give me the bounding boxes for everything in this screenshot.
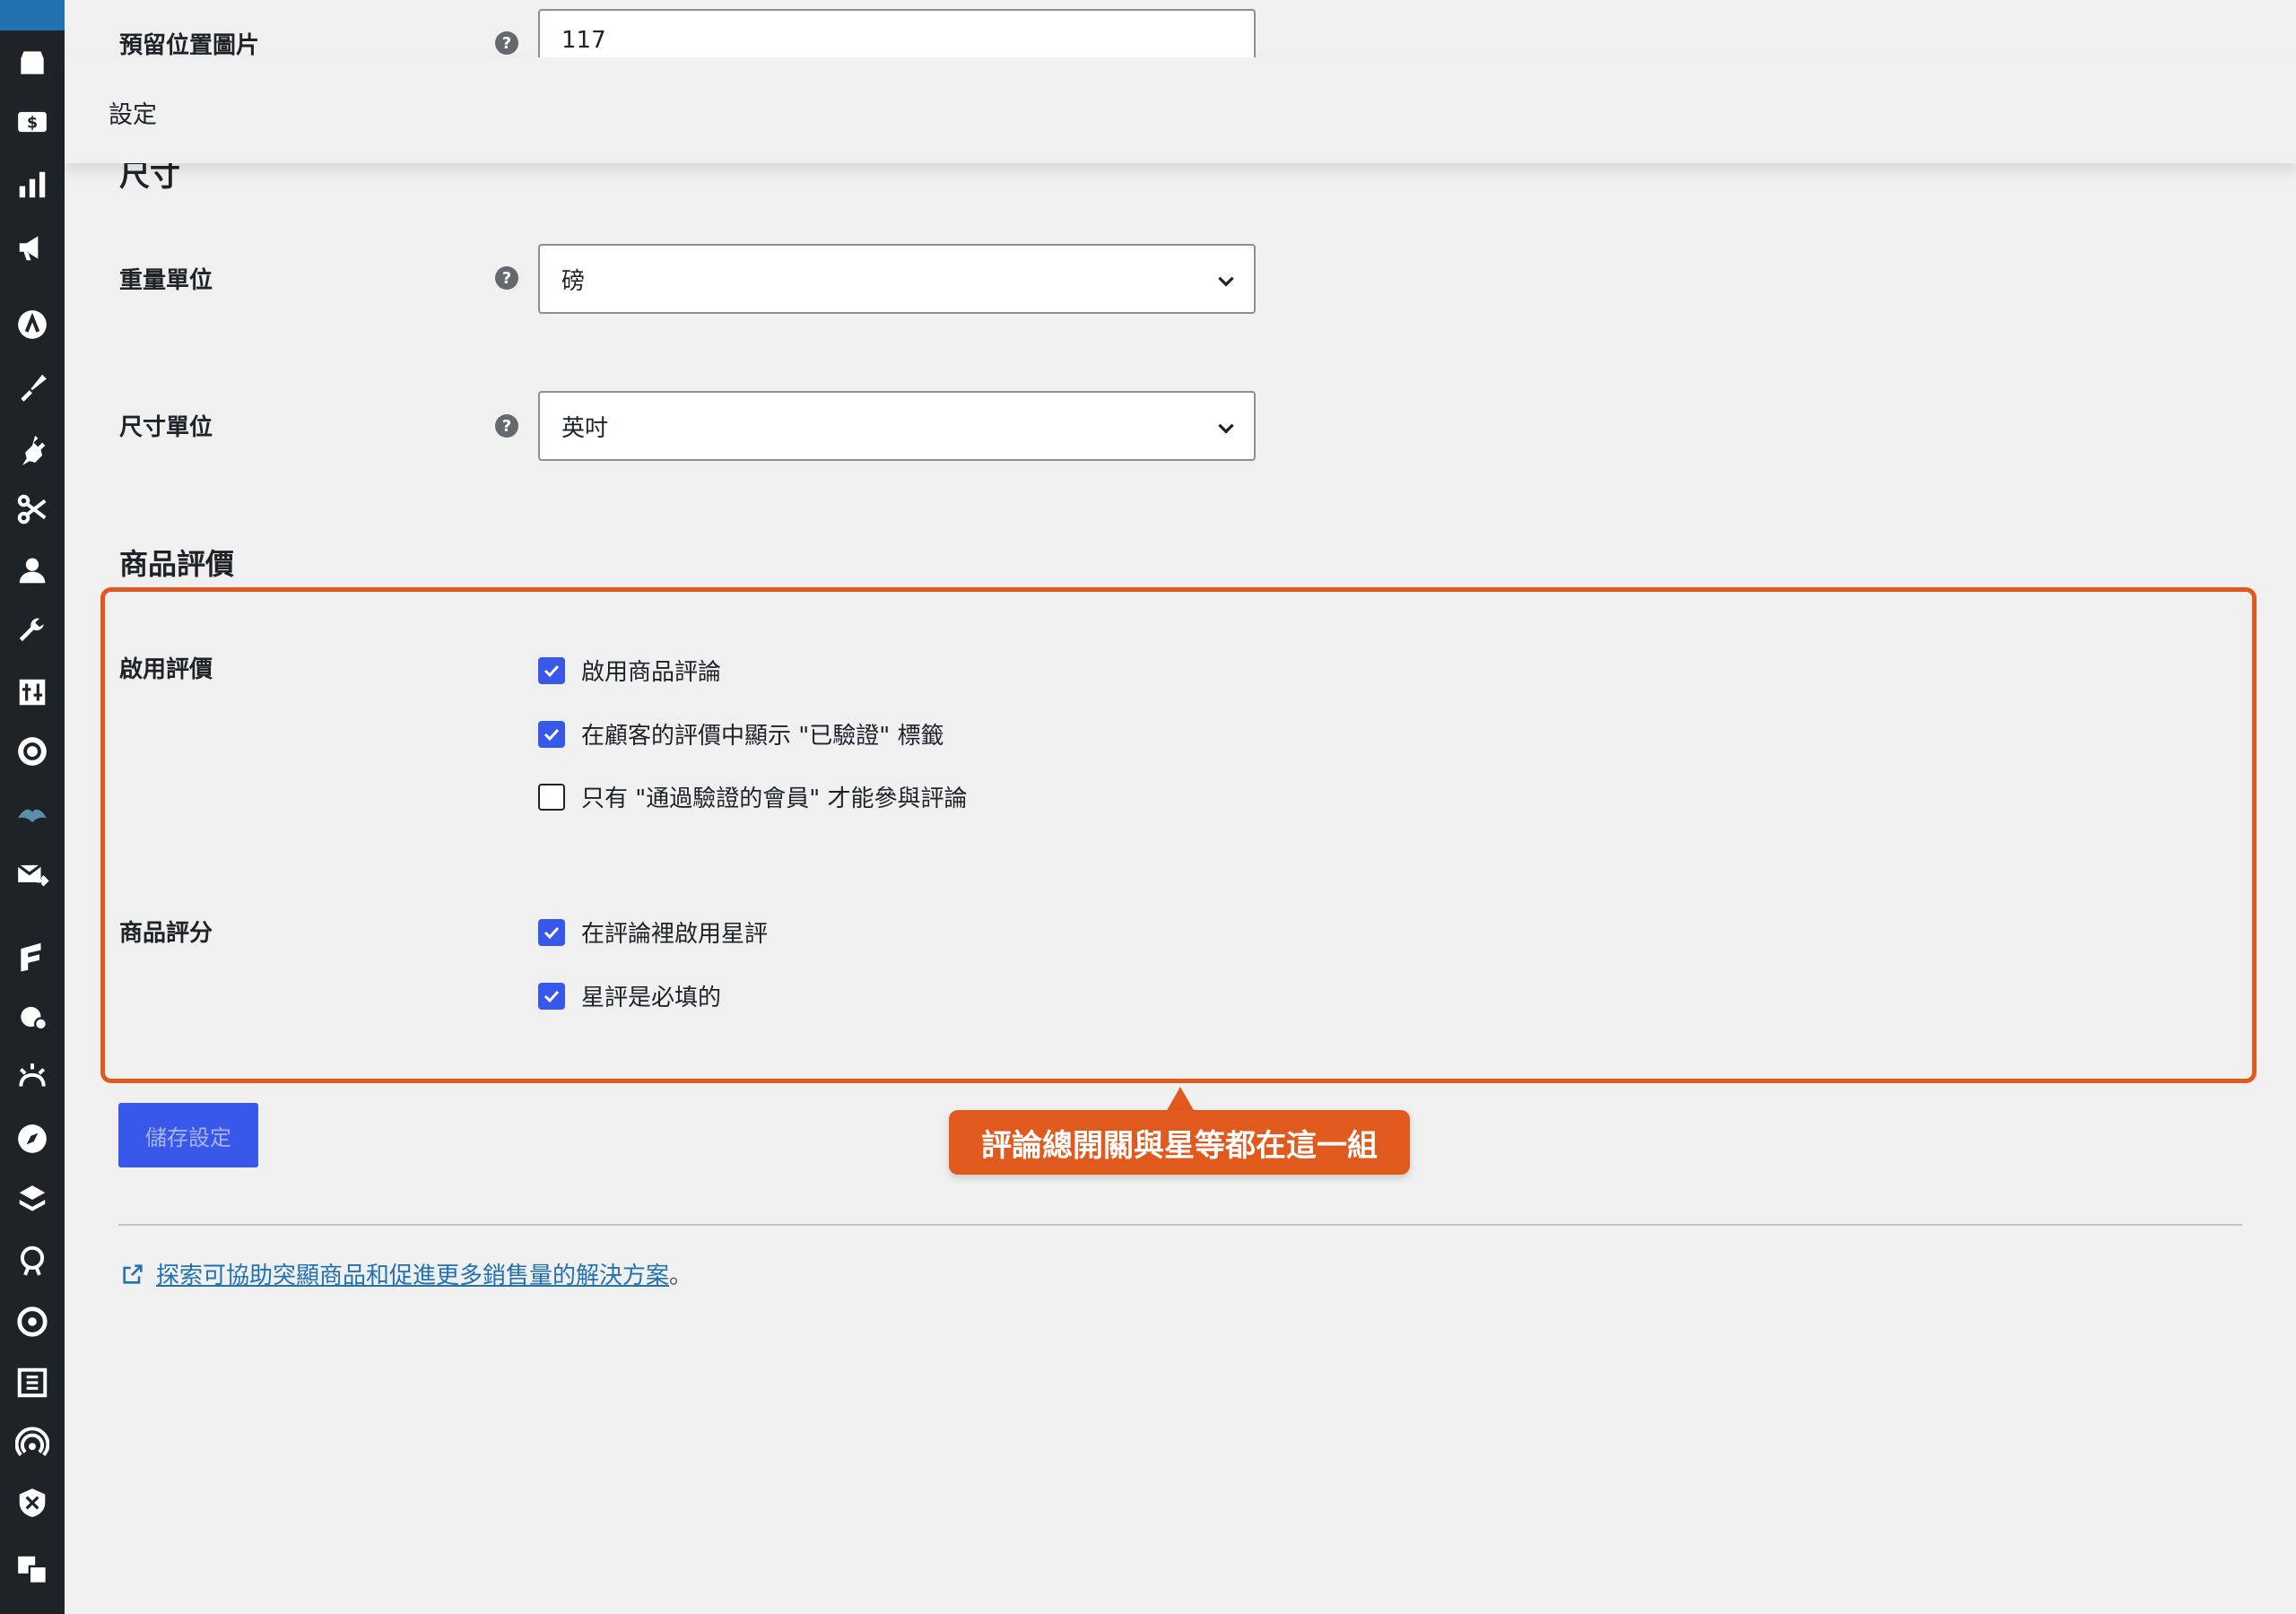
forms-icon[interactable] (13, 936, 52, 976)
show-verified-label-checkbox[interactable] (538, 720, 565, 748)
svg-text:$: $ (27, 114, 38, 132)
settings-main: 預留位置圖片 ? 117 尺寸 設定 重量單位 ? 磅 尺寸單位 ? 英吋 商品… (65, 0, 2296, 1614)
dimension-unit-select[interactable]: 英吋 (538, 391, 1256, 461)
checkbox-label: 在評論裡啟用星評 (581, 921, 769, 948)
analytics-icon[interactable] (13, 165, 52, 204)
brain-icon[interactable] (13, 1241, 52, 1280)
save-settings-button[interactable]: 儲存設定 (118, 1103, 258, 1167)
verified-owners-only-checkbox[interactable] (538, 783, 565, 811)
marketing-icon[interactable] (13, 228, 52, 267)
divider (118, 1224, 2242, 1226)
dimension-unit-label: 尺寸單位 (119, 414, 213, 441)
chevron-down-icon (1218, 423, 1234, 434)
enable-star-rating-checkbox[interactable] (538, 918, 565, 946)
enable-product-reviews-checkbox[interactable] (538, 656, 565, 684)
tools-scissors-icon[interactable] (13, 490, 52, 529)
astra-icon[interactable] (13, 305, 52, 344)
placeholder-image-label: 預留位置圖片 (119, 32, 260, 59)
compass-icon[interactable] (13, 1119, 52, 1158)
product-ratings-label: 商品評分 (119, 920, 213, 947)
elementor-icon[interactable] (13, 1363, 52, 1402)
refresh-icon[interactable] (13, 1302, 52, 1341)
footer-promo: 探索可協助突顯商品和促進更多銷售量的解決方案 。 (120, 1257, 692, 1290)
sun-icon[interactable] (13, 1058, 52, 1098)
sticky-header: 設定 (65, 57, 2296, 163)
help-icon[interactable]: ? (495, 266, 518, 290)
highlight-box (100, 587, 2257, 1083)
help-icon[interactable]: ? (495, 414, 518, 438)
dimension-unit-value: 英吋 (561, 414, 609, 442)
chevron-down-icon (1218, 276, 1234, 287)
checkmark-icon (544, 664, 560, 677)
page-title: 設定 (109, 101, 157, 129)
star-rating-required-checkbox[interactable] (538, 982, 565, 1010)
placeholder-image-input[interactable]: 117 (538, 9, 1256, 63)
weight-unit-value: 磅 (561, 267, 586, 295)
woo-icon[interactable] (0, 0, 65, 30)
signal-icon[interactable] (13, 1424, 52, 1463)
annotation-callout: 評論總開關與星等都在這一組 (949, 1110, 1410, 1175)
show-verified-label-option[interactable]: 在顧客的評價中顯示 "已驗證" 標籤 (538, 717, 944, 751)
mail-forward-icon[interactable] (13, 855, 52, 895)
payments-icon[interactable]: $ (13, 102, 52, 142)
checkbox-label: 在顧客的評價中顯示 "已驗證" 標籤 (581, 723, 944, 750)
bird-icon[interactable] (13, 793, 52, 832)
weight-unit-label: 重量單位 (119, 267, 213, 294)
enable-reviews-label: 啟用評價 (119, 656, 213, 683)
footer-solutions-link[interactable]: 探索可協助突顯商品和促進更多銷售量的解決方案 (156, 1257, 669, 1290)
store-icon[interactable] (13, 43, 52, 82)
shield-icon[interactable] (13, 1483, 52, 1523)
enable-product-reviews-option[interactable]: 啟用商品評論 (538, 654, 721, 687)
enable-star-rating-option[interactable]: 在評論裡啟用星評 (538, 915, 768, 949)
checkmark-icon (544, 728, 560, 741)
settings-sliders-icon[interactable] (13, 672, 52, 712)
verified-owners-only-option[interactable]: 只有 "通過驗證的會員" 才能參與評論 (538, 780, 967, 813)
footer-suffix: 。 (669, 1263, 693, 1289)
plugins-icon[interactable] (13, 429, 52, 468)
checkbox-label: 啟用商品評論 (581, 659, 722, 686)
translate-icon[interactable] (13, 1549, 52, 1589)
wrench-icon[interactable] (13, 612, 52, 651)
external-link-icon (123, 1263, 143, 1284)
bug-gear-icon[interactable] (13, 997, 52, 1037)
checkmark-icon (544, 990, 560, 1002)
checkbox-label: 只有 "通過驗證的會員" 才能參與評論 (581, 785, 968, 812)
admin-sidebar: $ (0, 0, 65, 1614)
callout-pointer (1166, 1087, 1195, 1112)
layers-icon[interactable] (13, 1180, 52, 1219)
checkbox-label: 星評是必填的 (581, 985, 722, 1011)
help-icon[interactable]: ? (495, 31, 518, 55)
weight-unit-select[interactable]: 磅 (538, 244, 1256, 314)
appearance-icon[interactable] (13, 368, 52, 407)
gear-badge-icon[interactable] (13, 732, 52, 771)
reviews-section-title: 商品評價 (119, 547, 235, 581)
users-icon[interactable] (13, 551, 52, 590)
star-rating-required-option[interactable]: 星評是必填的 (538, 979, 721, 1012)
checkmark-icon (544, 926, 560, 939)
